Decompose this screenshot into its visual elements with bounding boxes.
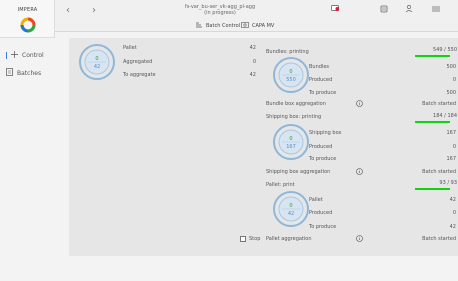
pallet-progress: 93 / 93 xyxy=(439,180,457,186)
info-icon[interactable] xyxy=(356,168,363,177)
sidebar-item-label: Batches xyxy=(17,69,42,77)
info-icon[interactable] xyxy=(356,235,363,244)
bundles-progress-bar xyxy=(415,55,450,57)
to-produce-value: 42 xyxy=(449,224,456,230)
pallet-label: Pallet xyxy=(123,45,137,51)
document-icon xyxy=(6,68,13,78)
to-produce-value: 167 xyxy=(446,156,456,162)
pallet-aggregation-status: Batch started xyxy=(422,236,456,242)
pallet-print-progress-ring: 0 42 xyxy=(273,191,309,227)
ring-bottom-value: 550 xyxy=(286,77,296,83)
produced-label: Produced xyxy=(309,77,333,83)
shipping-progress-ring: 0 167 xyxy=(273,124,309,160)
ring-top-value: 0 xyxy=(289,69,292,75)
stop-checkbox[interactable] xyxy=(240,236,246,242)
footer xyxy=(0,258,458,281)
shipping-progress-bar xyxy=(415,121,450,123)
aggregated-value: 0 xyxy=(252,59,256,65)
menu-icon[interactable] xyxy=(432,5,440,15)
bundles-progress-ring: 0 550 xyxy=(273,57,309,93)
shipping-aggregation-label: Shipping box aggregation xyxy=(266,169,331,175)
ring-top-value: 0 xyxy=(289,203,292,209)
produced-value: 0 xyxy=(452,210,456,216)
to-aggregate-label: To aggregate xyxy=(123,72,156,78)
shipping-aggregation-status: Batch started xyxy=(422,169,456,175)
produced-value: 0 xyxy=(452,77,456,83)
shipping-progress: 184 / 184 xyxy=(433,113,457,119)
ring-top-value: 0 xyxy=(95,56,98,62)
active-indicator xyxy=(6,52,7,59)
page-title-line-2: (in progress) xyxy=(204,10,236,16)
brand-logo xyxy=(20,17,36,33)
pallet-value: 42 xyxy=(249,45,256,51)
sidebar: Control Batches xyxy=(0,38,62,258)
bundle-aggregation-status: Batch started xyxy=(422,101,456,107)
stop-label: Stop xyxy=(249,236,261,242)
bundle-aggregation-label: Bundle box aggregation xyxy=(266,101,326,107)
ring-top-value: 0 xyxy=(289,136,292,142)
to-produce-label: To produce xyxy=(309,224,337,230)
pallet-row-value: 42 xyxy=(449,197,456,203)
sidebar-item-control[interactable]: Control xyxy=(6,51,44,60)
ring-bottom-value: 42 xyxy=(288,211,294,217)
aggregated-label: Aggregated xyxy=(123,59,153,65)
pallet-aggregation-label: Pallet aggregation xyxy=(266,236,312,242)
shipping-box-label: Shipping box xyxy=(309,130,342,136)
crosshair-icon xyxy=(11,51,18,60)
to-produce-label: To produce xyxy=(309,90,337,96)
notification-icon[interactable] xyxy=(331,5,340,15)
pallet-row-label: Pallet xyxy=(309,197,323,203)
sidebar-item-batches[interactable]: Batches xyxy=(6,68,41,78)
to-aggregate-value: 42 xyxy=(249,72,256,78)
forward-arrow-icon[interactable]: › xyxy=(92,5,96,16)
shipping-header: Shipping box: printing xyxy=(266,114,322,120)
batch-control-icon xyxy=(195,22,203,30)
produced-label: Produced xyxy=(309,210,333,216)
tab-capa-mv[interactable]: CAPA MV xyxy=(241,22,274,30)
device-icon[interactable] xyxy=(380,5,388,15)
user-icon[interactable] xyxy=(405,4,413,16)
tab-capa-mv-label: CAPA MV xyxy=(252,23,275,29)
bundles-value: 500 xyxy=(446,64,456,70)
shipping-box-value: 167 xyxy=(446,130,456,136)
bundles-label: Bundles xyxy=(309,64,330,70)
tab-batch-control[interactable]: Batch Control xyxy=(195,22,240,30)
produced-label: Produced xyxy=(309,144,333,150)
capa-icon xyxy=(241,22,249,30)
brand-area: IMPERA xyxy=(0,0,55,38)
brand-name: IMPERA xyxy=(17,7,38,13)
bundles-header: Bundles: printing xyxy=(266,49,309,55)
back-arrow-icon[interactable]: ‹ xyxy=(66,5,70,16)
to-produce-label: To produce xyxy=(309,156,337,162)
produced-value: 0 xyxy=(452,144,456,150)
info-icon[interactable] xyxy=(356,100,363,109)
bundles-progress: 549 / 550 xyxy=(433,47,457,53)
pallet-progress-ring: 0 42 xyxy=(79,44,115,80)
sidebar-item-label: Control xyxy=(22,52,44,59)
ring-bottom-value: 42 xyxy=(94,64,100,70)
to-produce-value: 500 xyxy=(446,90,456,96)
pallet-print-header: Pallet: print xyxy=(266,182,295,188)
page-title: fs-var_bu-ser_vk-agg_pl-agg (in progress… xyxy=(165,4,275,16)
pallet-progress-bar xyxy=(415,188,450,190)
ring-bottom-value: 167 xyxy=(286,144,296,150)
tab-batch-control-label: Batch Control xyxy=(206,23,241,29)
